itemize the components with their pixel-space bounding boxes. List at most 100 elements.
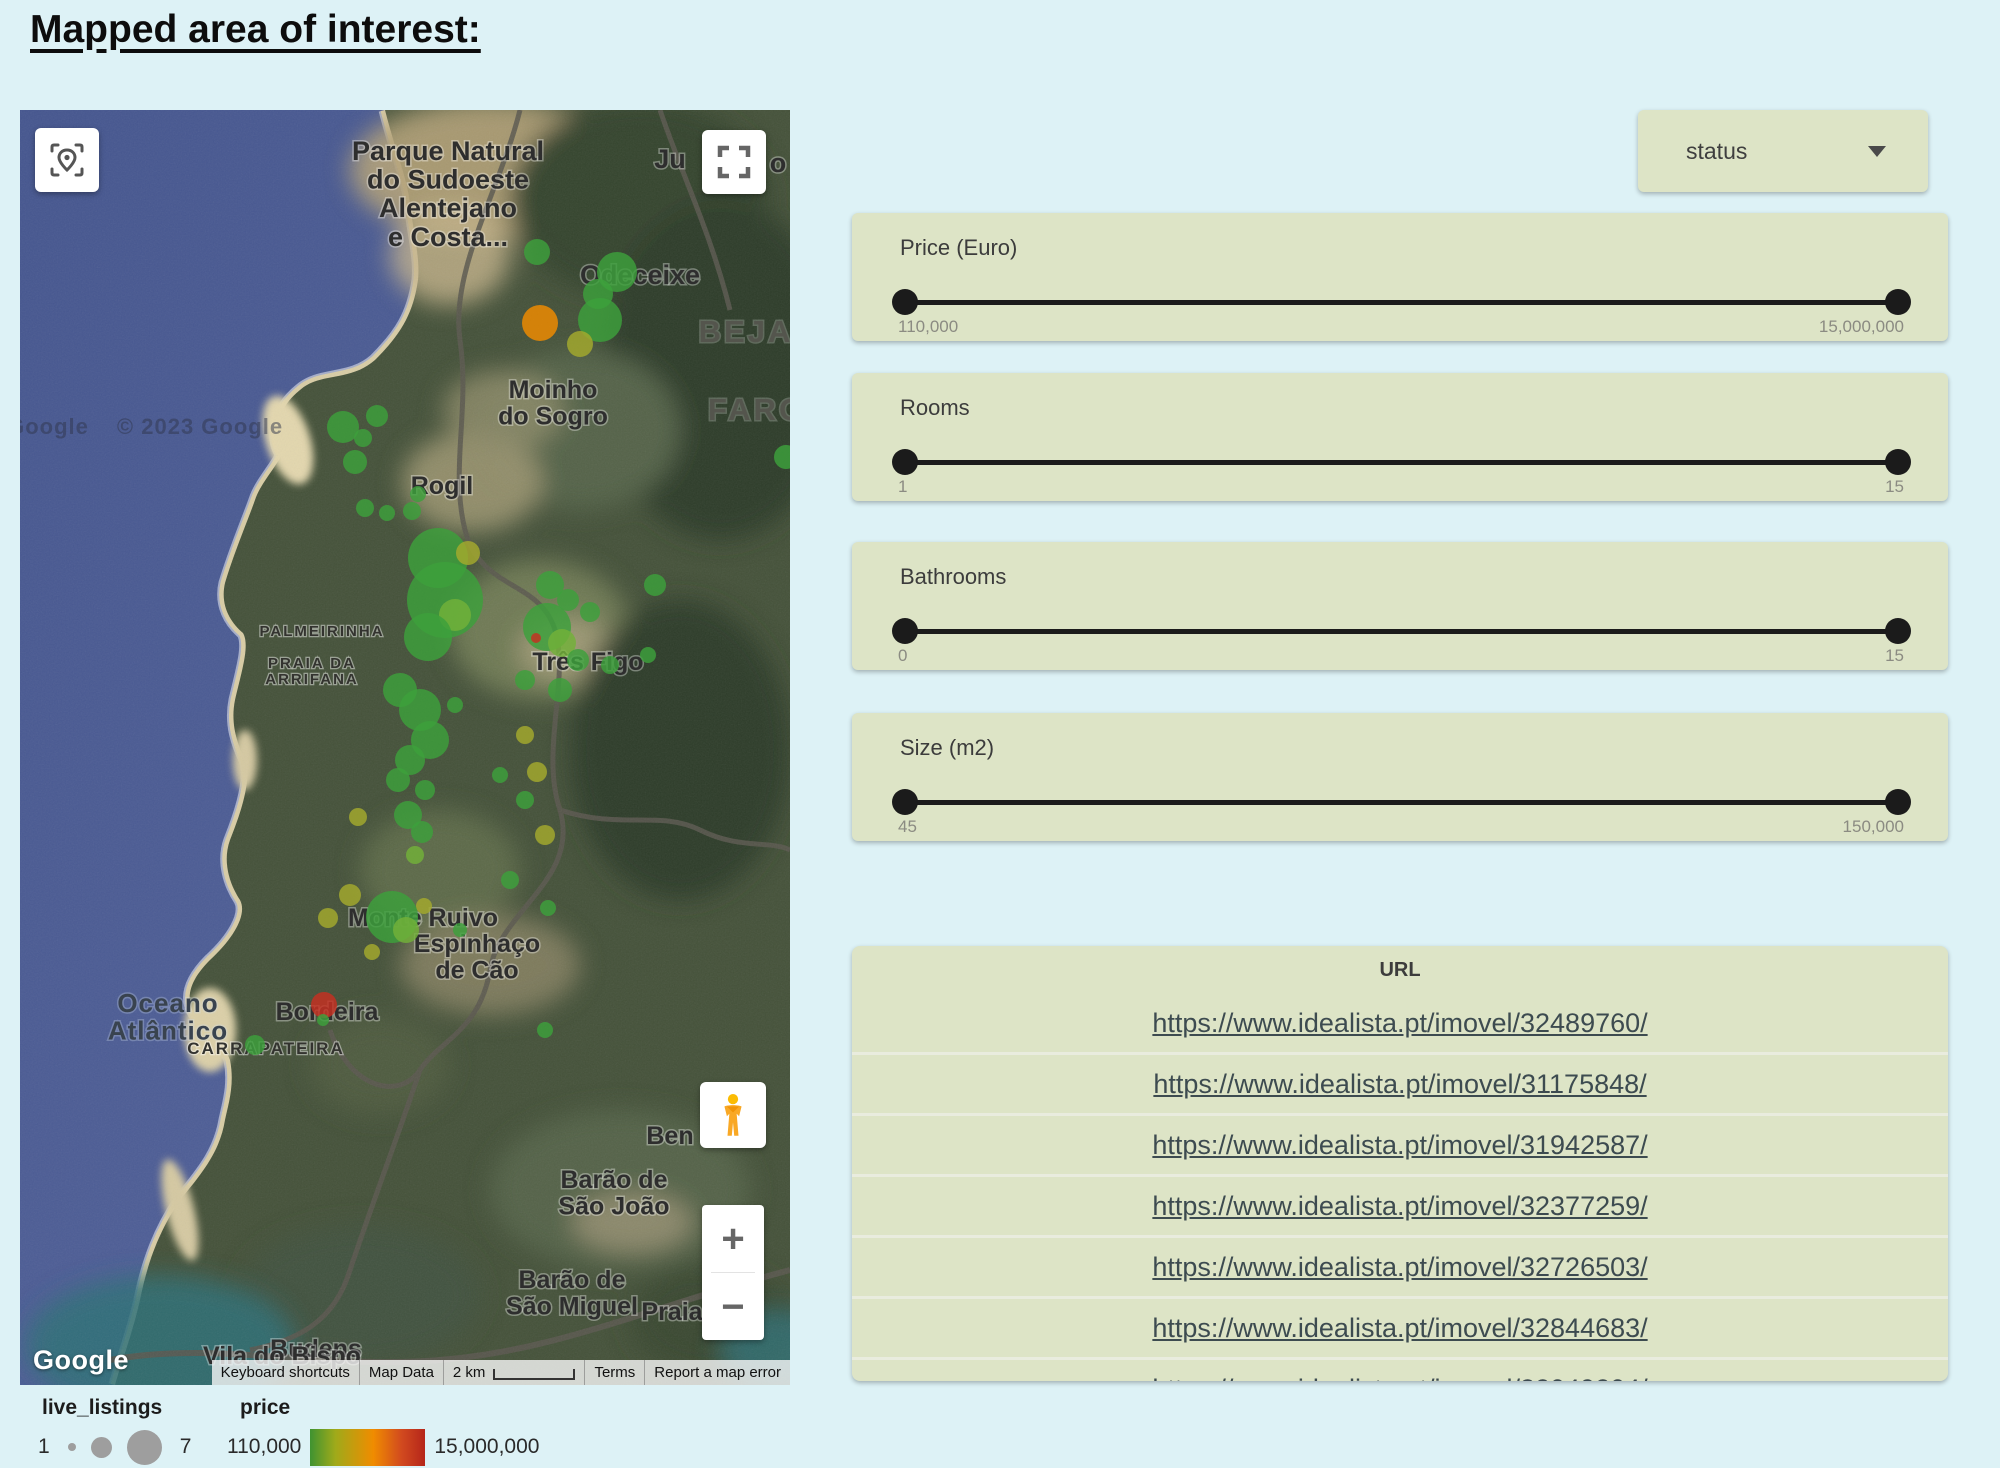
listing-dot[interactable] <box>416 898 432 914</box>
range-slider[interactable] <box>905 289 1898 315</box>
slider-handle-max[interactable] <box>1885 789 1911 815</box>
listing-dot[interactable] <box>406 846 424 864</box>
zoom-control: + − <box>702 1205 764 1340</box>
url-link[interactable]: https://www.idealista.pt/imovel/32049204… <box>1152 1374 1647 1381</box>
fullscreen-button[interactable] <box>702 130 766 194</box>
listing-dot[interactable] <box>453 923 467 937</box>
legend-price-min: 110,000 <box>227 1435 301 1459</box>
listing-dot[interactable] <box>245 1035 265 1055</box>
listing-dot[interactable] <box>404 613 452 661</box>
map-label: FARO <box>708 392 790 427</box>
legend-price-row: 110,000 15,000,000 <box>227 1426 539 1468</box>
slider-handle-min[interactable] <box>892 449 918 475</box>
dropdown-caret-icon <box>1868 146 1886 157</box>
listing-dot[interactable] <box>403 502 421 520</box>
legend-circle-medium <box>91 1437 112 1458</box>
url-link[interactable]: https://www.idealista.pt/imovel/32844683… <box>1152 1313 1647 1343</box>
url-link[interactable]: https://www.idealista.pt/imovel/31942587… <box>1152 1130 1647 1160</box>
listing-dot[interactable] <box>386 768 410 792</box>
listing-dot[interactable] <box>318 908 338 928</box>
google-logo[interactable]: Google <box>33 1345 129 1376</box>
listing-dot[interactable] <box>356 499 374 517</box>
url-table-header: URL <box>852 946 1948 994</box>
listing-dot[interactable] <box>411 821 433 843</box>
terms-link[interactable]: Terms <box>584 1360 644 1385</box>
legend-size-row: 1 7 <box>38 1426 191 1468</box>
url-link[interactable]: https://www.idealista.pt/imovel/32726503… <box>1152 1252 1647 1282</box>
map-label: BEJA <box>699 314 790 349</box>
slider-handle-max[interactable] <box>1885 618 1911 644</box>
map-label: Moinhodo Sogro <box>498 376 608 431</box>
listing-dot[interactable] <box>537 1022 553 1038</box>
listing-dot[interactable] <box>366 405 388 427</box>
listing-dot[interactable] <box>456 541 480 565</box>
listing-dot[interactable] <box>522 305 558 341</box>
listing-dot[interactable] <box>410 486 426 502</box>
listing-dot[interactable] <box>644 574 666 596</box>
range-slider[interactable] <box>905 449 1898 475</box>
listing-dot[interactable] <box>580 602 600 622</box>
listing-dot[interactable] <box>548 678 572 702</box>
map-label: © 2023 Google <box>117 414 283 439</box>
url-link[interactable]: https://www.idealista.pt/imovel/32377259… <box>1152 1191 1647 1221</box>
listing-dot[interactable] <box>516 791 534 809</box>
slider-handle-max[interactable] <box>1885 289 1911 315</box>
slider-track[interactable] <box>905 460 1898 465</box>
locate-area-button[interactable] <box>35 128 99 192</box>
map-canvas[interactable]: Parque Naturaldo SudoesteAlentejanoe Cos… <box>20 110 790 1385</box>
map-label: PALMEIRINHA <box>259 623 384 640</box>
map-container[interactable]: Parque Naturaldo SudoesteAlentejanoe Cos… <box>20 110 790 1385</box>
zoom-out-button[interactable]: − <box>702 1273 764 1340</box>
filter-slider-panel: Price (Euro) 110,000 15,000,000 <box>852 213 1948 341</box>
slider-track[interactable] <box>905 800 1898 805</box>
slider-track[interactable] <box>905 300 1898 305</box>
listing-dot[interactable] <box>379 505 395 521</box>
listing-dot[interactable] <box>531 633 541 643</box>
price-gradient-bar <box>310 1429 425 1466</box>
listing-dot[interactable] <box>349 808 367 826</box>
url-table-row: https://www.idealista.pt/imovel/31175848… <box>852 1052 1948 1113</box>
scale-control[interactable]: 2 km <box>443 1360 585 1385</box>
legend-circle-large <box>127 1430 162 1465</box>
listing-dot[interactable] <box>492 767 508 783</box>
slider-handle-max[interactable] <box>1885 449 1911 475</box>
report-map-error-link[interactable]: Report a map error <box>644 1360 790 1385</box>
url-link[interactable]: https://www.idealista.pt/imovel/31175848… <box>1153 1069 1646 1099</box>
legend-size-max: 7 <box>180 1435 192 1459</box>
map-data-label: Map Data <box>359 1360 443 1385</box>
slider-track[interactable] <box>905 629 1898 634</box>
listing-dot[interactable] <box>339 884 361 906</box>
slider-handle-min[interactable] <box>892 618 918 644</box>
listing-dot[interactable] <box>535 825 555 845</box>
listing-dot[interactable] <box>317 1014 329 1026</box>
listing-dot[interactable] <box>343 450 367 474</box>
listing-dot[interactable] <box>527 762 547 782</box>
pegman-button[interactable] <box>700 1082 766 1148</box>
listing-dot[interactable] <box>393 917 419 943</box>
url-link[interactable]: https://www.idealista.pt/imovel/32489760… <box>1152 1008 1647 1038</box>
listing-dot[interactable] <box>447 697 463 713</box>
range-slider[interactable] <box>905 618 1898 644</box>
keyboard-shortcuts-link[interactable]: Keyboard shortcuts <box>212 1360 359 1385</box>
listing-dot[interactable] <box>354 429 372 447</box>
listing-dot[interactable] <box>540 900 556 916</box>
slider-handle-min[interactable] <box>892 289 918 315</box>
zoom-in-button[interactable]: + <box>702 1205 764 1272</box>
listing-dot[interactable] <box>364 944 380 960</box>
slider-max-value: 15 <box>1885 646 1904 666</box>
url-table-body: https://www.idealista.pt/imovel/32489760… <box>852 994 1948 1381</box>
slider-handle-min[interactable] <box>892 789 918 815</box>
listing-dot[interactable] <box>567 331 593 357</box>
listing-dot[interactable] <box>415 780 435 800</box>
status-dropdown[interactable]: status <box>1638 110 1928 192</box>
listing-dot[interactable] <box>524 239 550 265</box>
listing-dot[interactable] <box>640 647 656 663</box>
legend-size-min: 1 <box>38 1435 50 1459</box>
listing-dot[interactable] <box>567 649 589 671</box>
listing-dot[interactable] <box>515 670 535 690</box>
listing-dot[interactable] <box>516 726 534 744</box>
listing-dot[interactable] <box>501 871 519 889</box>
range-slider[interactable] <box>905 789 1898 815</box>
scale-label: 2 km <box>453 1364 486 1381</box>
listing-dot[interactable] <box>601 656 619 674</box>
